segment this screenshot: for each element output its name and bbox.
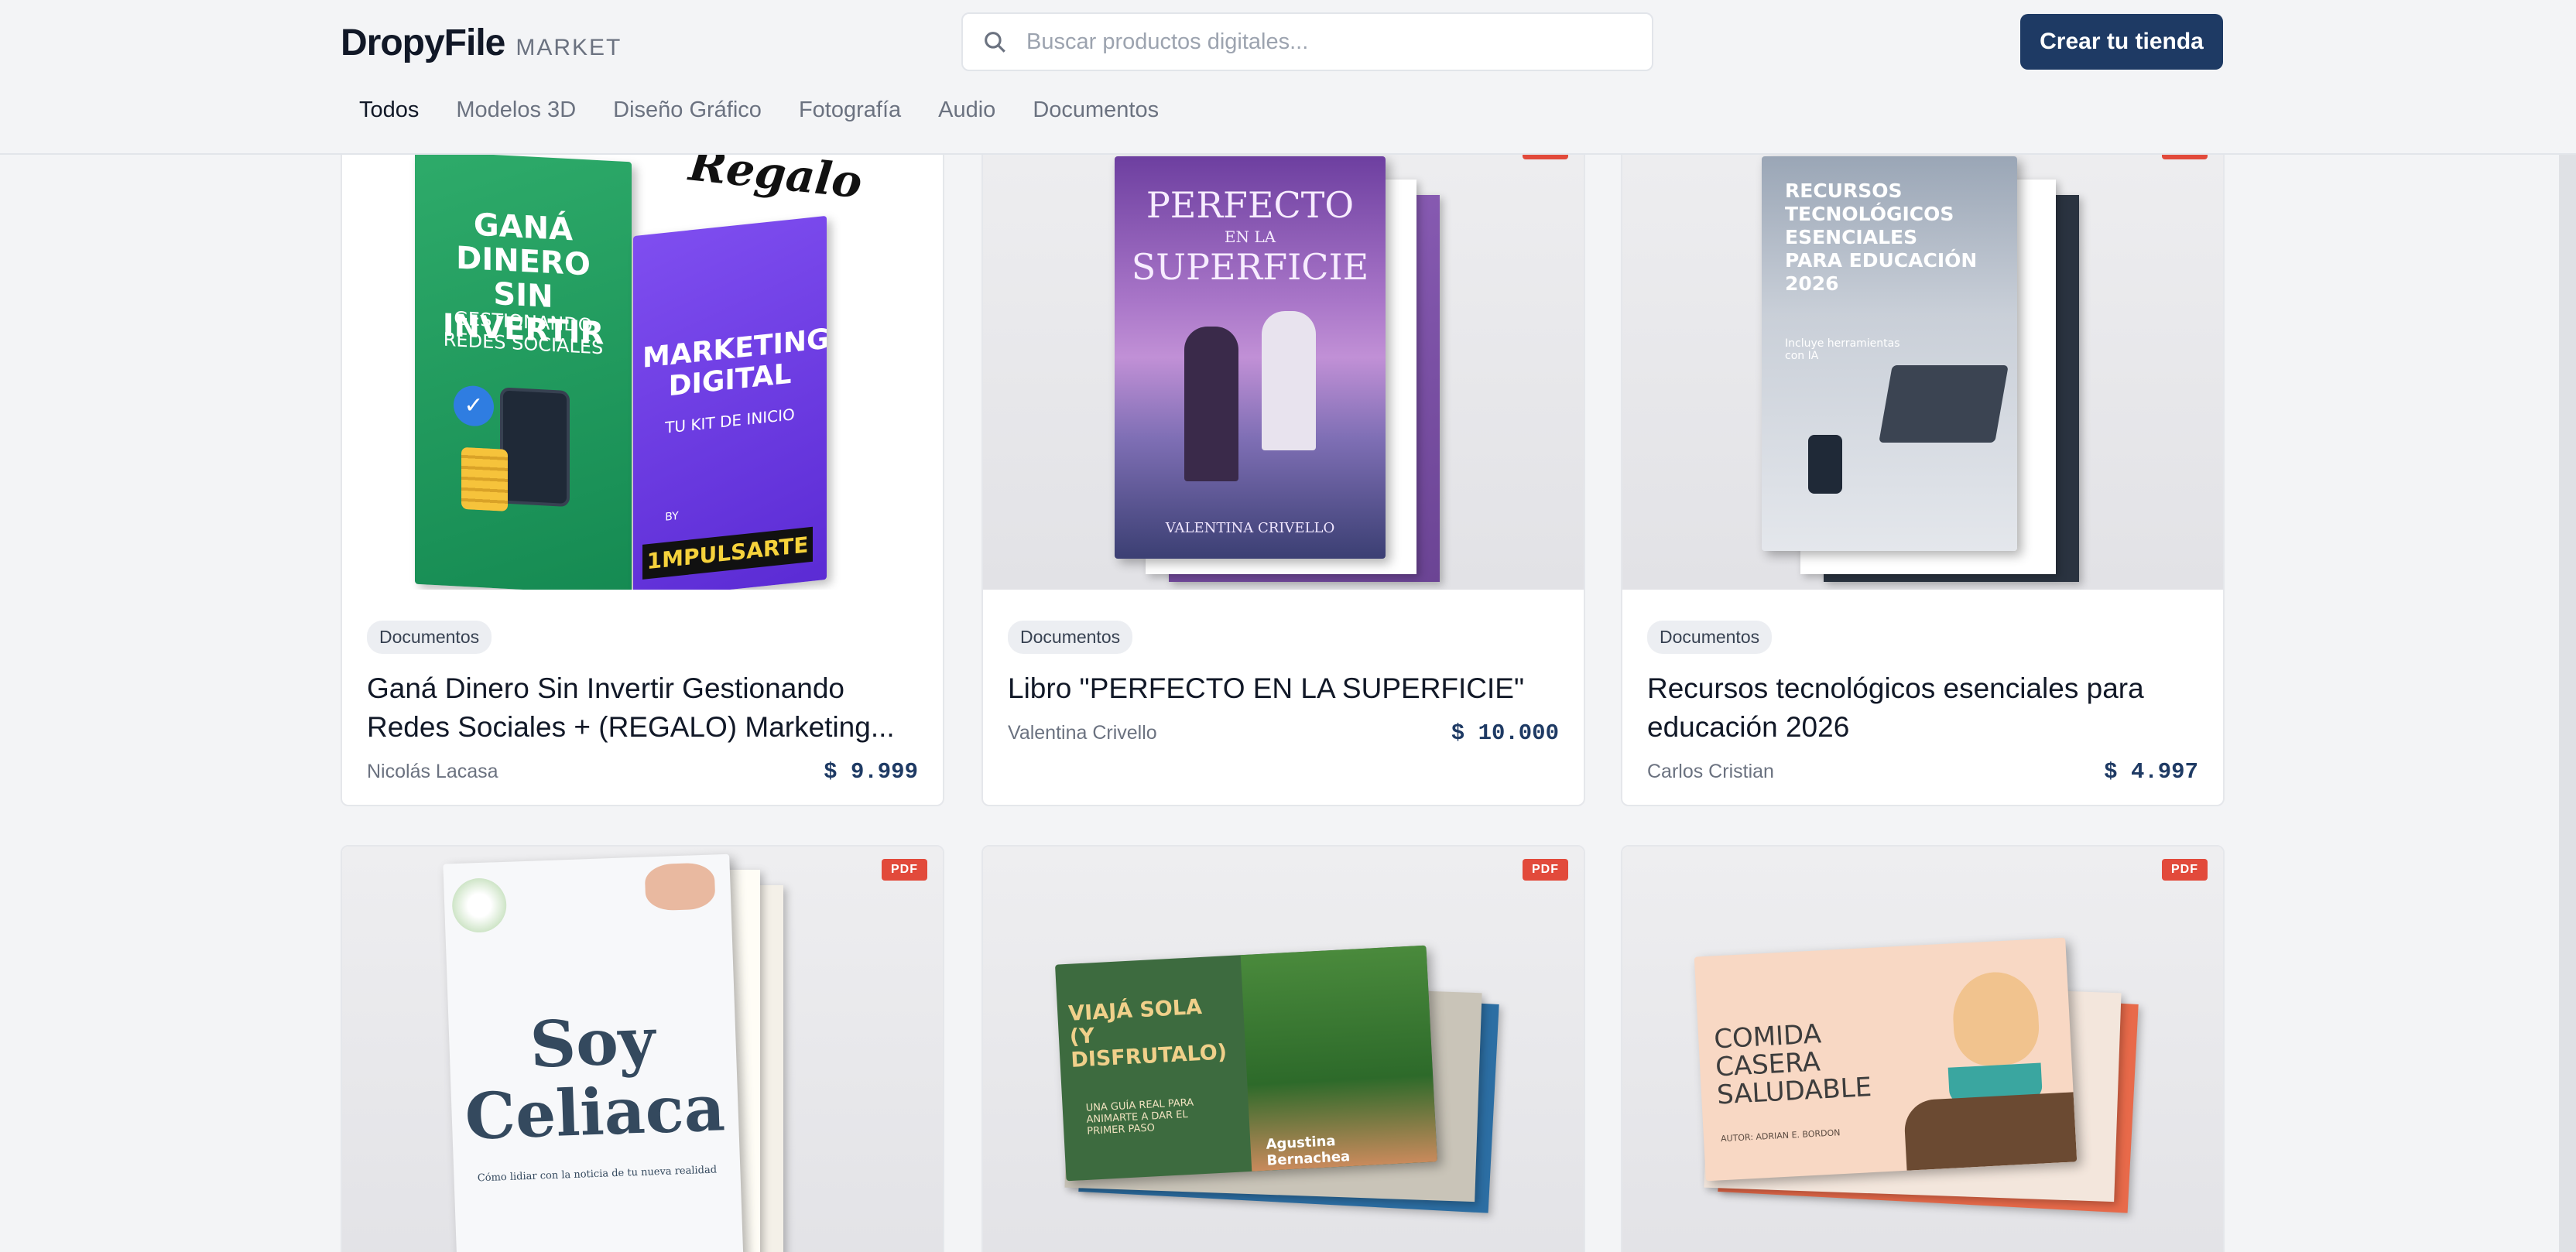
- product-author: Nicolás Lacasa: [367, 761, 498, 782]
- book-cover-gift: MARKETING DIGITAL TU KIT DE INICIO BY 1M…: [633, 215, 827, 590]
- product-image[interactable]: PDF COMIDA CASERA SALUDABLE AUTOR: ADRIA…: [1622, 847, 2223, 1252]
- product-price: $ 9.999: [824, 759, 918, 785]
- logo[interactable]: DropyFile MARKET: [341, 22, 622, 64]
- phone-illustration: [1808, 435, 1842, 494]
- pdf-badge: PDF: [2162, 859, 2208, 881]
- product-card[interactable]: PDF PERFECTO EN LA SUPERFICIE VALENTINA …: [981, 124, 1585, 806]
- logo-subtitle: MARKET: [516, 35, 622, 60]
- product-image[interactable]: PDF Soy Celiaca Cómo lidiar con la notic…: [342, 847, 943, 1252]
- book-cover: VIAJÁ SOLA (Y DISFRUTALO) UNA GUÍA REAL …: [1055, 945, 1437, 1182]
- category-badge: Documentos: [1008, 621, 1133, 654]
- product-card[interactable]: PDF COMIDA CASERA SALUDABLE AUTOR: ADRIA…: [1621, 845, 2225, 1252]
- product-price: $ 10.000: [1451, 720, 1559, 746]
- product-title[interactable]: Recursos tecnológicos esenciales para ed…: [1647, 669, 2198, 747]
- product-image[interactable]: PDF RECURSOS TECNOLÓGICOS ESENCIALES PAR…: [1622, 125, 2223, 590]
- create-store-button[interactable]: Crear tu tienda: [2020, 14, 2223, 70]
- book-cover: COMIDA CASERA SALUDABLE AUTOR: ADRIAN E.…: [1694, 937, 2078, 1182]
- product-image[interactable]: PDF VIAJÁ SOLA (Y DISFRUTALO) UNA GUÍA R…: [983, 847, 1584, 1252]
- tab-diseno-grafico[interactable]: Diseño Gráfico: [594, 93, 780, 127]
- product-author: Valentina Crivello: [1008, 722, 1157, 744]
- tab-documentos[interactable]: Documentos: [1014, 93, 1177, 127]
- product-author: Carlos Cristian: [1647, 761, 1774, 782]
- product-title[interactable]: Ganá Dinero Sin Invertir Gestionando Red…: [367, 669, 918, 747]
- pdf-badge: PDF: [1523, 859, 1568, 881]
- top-header: DropyFile MARKET Crear tu tienda Todos M…: [0, 0, 2576, 155]
- product-card[interactable]: GANÁ DINERO SIN INVERTIR GESTIONANDO RED…: [341, 124, 944, 806]
- category-badge: Documentos: [367, 621, 492, 654]
- search-input[interactable]: [1026, 29, 1630, 55]
- product-card[interactable]: PDF VIAJÁ SOLA (Y DISFRUTALO) UNA GUÍA R…: [981, 845, 1585, 1252]
- pdf-badge: PDF: [882, 859, 927, 881]
- coins-illustration: [461, 446, 508, 511]
- product-image[interactable]: GANÁ DINERO SIN INVERTIR GESTIONANDO RED…: [342, 125, 943, 590]
- card-info: Documentos Ganá Dinero Sin Invertir Gest…: [367, 621, 918, 785]
- product-title[interactable]: Libro "PERFECTO EN LA SUPERFICIE": [1008, 669, 1559, 708]
- couple-illustration: [1184, 327, 1238, 481]
- scrollbar[interactable]: [2559, 0, 2576, 1252]
- card-info: Documentos Recursos tecnológicos esencia…: [1647, 621, 2198, 785]
- search-icon: [985, 32, 1005, 53]
- book-cover: RECURSOS TECNOLÓGICOS ESENCIALES PARA ED…: [1762, 156, 2017, 551]
- search-box[interactable]: [961, 12, 1653, 71]
- tab-modelos-3d[interactable]: Modelos 3D: [437, 93, 594, 127]
- product-image[interactable]: PDF PERFECTO EN LA SUPERFICIE VALENTINA …: [983, 125, 1584, 590]
- product-price: $ 4.997: [2104, 759, 2198, 785]
- book-cover: Soy Celiaca Cómo lidiar con la noticia d…: [443, 853, 745, 1252]
- salt-decoration: [644, 862, 716, 912]
- dog-illustration: [1951, 970, 2041, 1068]
- book-cover: PERFECTO EN LA SUPERFICIE VALENTINA CRIV…: [1115, 156, 1386, 559]
- tab-fotografia[interactable]: Fotografía: [780, 93, 920, 127]
- category-tabs: Todos Modelos 3D Diseño Gráfico Fotograf…: [341, 93, 1177, 127]
- tab-audio[interactable]: Audio: [920, 93, 1014, 127]
- card-info: Documentos Libro "PERFECTO EN LA SUPERFI…: [1008, 621, 1559, 746]
- flower-decoration: [451, 877, 508, 934]
- logo-name[interactable]: DropyFile: [341, 22, 505, 64]
- laptop-illustration: [1879, 365, 2009, 443]
- product-card[interactable]: PDF Soy Celiaca Cómo lidiar con la notic…: [341, 845, 944, 1252]
- category-badge: Documentos: [1647, 621, 1773, 654]
- product-card[interactable]: PDF RECURSOS TECNOLÓGICOS ESENCIALES PAR…: [1621, 124, 2225, 806]
- book-cover-main: GANÁ DINERO SIN INVERTIR GESTIONANDO RED…: [415, 150, 632, 590]
- tab-todos[interactable]: Todos: [341, 93, 437, 127]
- phone-illustration: [500, 387, 570, 508]
- check-icon: ✓: [454, 385, 494, 428]
